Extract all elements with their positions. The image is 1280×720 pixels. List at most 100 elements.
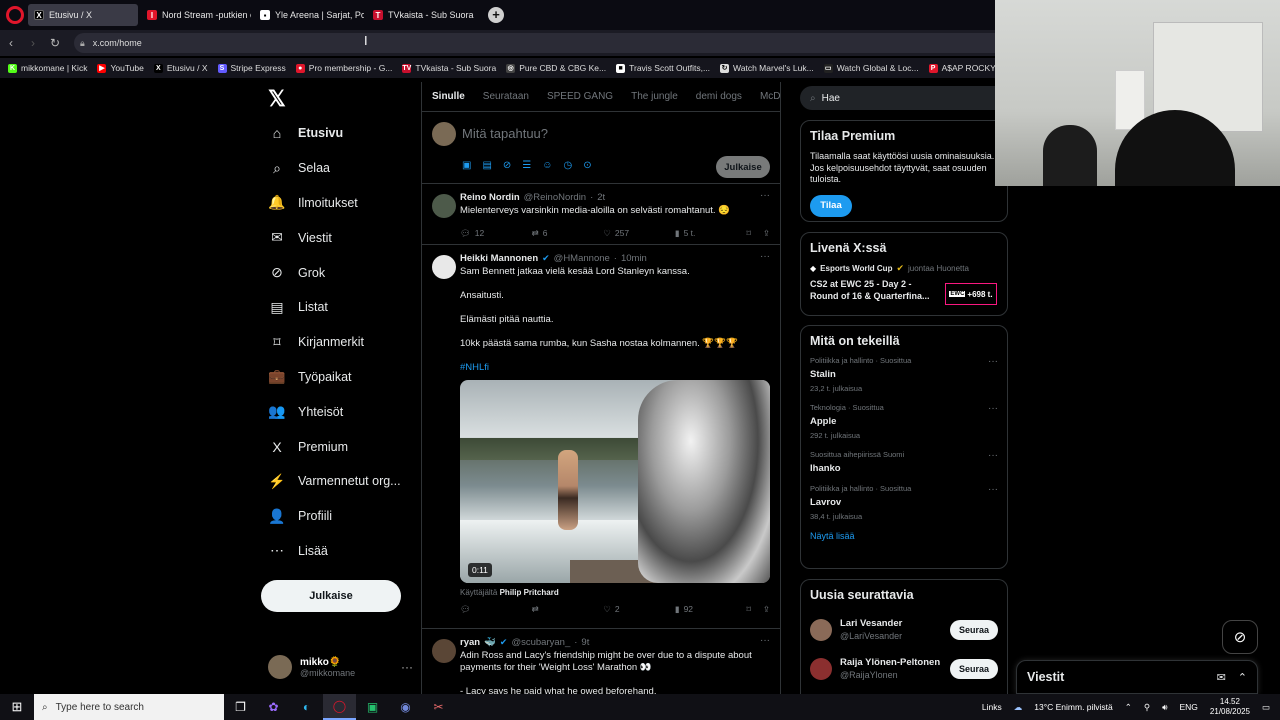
- more-icon[interactable]: ···: [760, 635, 770, 646]
- bookmark-item[interactable]: ▭ Watch Global & Loc...: [823, 63, 919, 73]
- tab-etusivu[interactable]: X Etusivu / X: [28, 4, 138, 26]
- more-icon[interactable]: ···: [760, 190, 770, 201]
- schedule-icon[interactable]: ◷: [563, 160, 572, 171]
- tweet-author-handle[interactable]: @ReinoNordin: [524, 192, 586, 203]
- composer-post-button[interactable]: Julkaise: [716, 156, 770, 178]
- search-input[interactable]: ⌕ Hae: [800, 86, 1008, 110]
- tab-tvkaista[interactable]: T TVkaista - Sub Suora: [367, 4, 477, 26]
- live-listeners-badge[interactable]: EWC +698 t.: [945, 283, 997, 305]
- bookmark-item[interactable]: ● Pro membership - G...: [295, 63, 392, 73]
- tweet-author-name[interactable]: ryan: [460, 637, 480, 648]
- discord-icon[interactable]: ◉: [389, 694, 422, 720]
- forward-icon[interactable]: ›: [22, 36, 44, 50]
- gif-icon[interactable]: ▤: [482, 160, 491, 171]
- follow-suggestion[interactable]: Raija Ylönen-Peltonen @RaijaYlonen Seura…: [810, 649, 998, 688]
- tweet-time[interactable]: 9t: [581, 637, 589, 648]
- chevron-up-icon[interactable]: ⌃: [1125, 702, 1132, 713]
- share-icon[interactable]: ⇪: [763, 604, 770, 615]
- more-icon[interactable]: ···: [988, 356, 998, 367]
- more-icon[interactable]: ···: [988, 484, 998, 495]
- views-button[interactable]: ▮ 5 t.: [675, 228, 747, 239]
- tweet-video[interactable]: 0:11: [460, 380, 770, 583]
- subscribe-button[interactable]: Tilaa: [810, 194, 852, 217]
- bookmark-item[interactable]: Kmikkomane | Kick: [8, 63, 87, 73]
- sidebar-item-varmennetut-org[interactable]: ⚡ Varmennetut org...: [260, 464, 415, 499]
- bookmark-icon[interactable]: ⌑: [747, 228, 751, 239]
- like-button[interactable]: ♡ 2: [603, 604, 675, 615]
- bookmark-item[interactable]: TV TVkaista - Sub Suora: [402, 63, 496, 73]
- share-icon[interactable]: ⇪: [763, 228, 770, 239]
- more-icon[interactable]: ···: [988, 403, 998, 414]
- sidebar-item-profiili[interactable]: 👤 Profiili: [260, 499, 415, 534]
- repost-button[interactable]: ⇄: [532, 604, 604, 615]
- tab-sinulle[interactable]: Sinulle: [432, 91, 465, 102]
- tweet-time[interactable]: 2t: [597, 192, 605, 203]
- follow-suggestion[interactable]: Lari Vesander @LariVesander Seuraa: [810, 610, 998, 649]
- messages-drawer[interactable]: Viestit ✉ ⌃: [1016, 660, 1258, 694]
- tweet[interactable]: ··· Reino Nordin @ReinoNordin · 2t Miele…: [422, 184, 780, 245]
- new-tab-button[interactable]: +: [488, 7, 504, 23]
- links-toolbar[interactable]: Links: [982, 702, 1002, 712]
- bookmark-item[interactable]: ↻ Watch Marvel's Luk...: [720, 63, 814, 73]
- bookmark-item[interactable]: ▶ YouTube: [97, 63, 144, 73]
- reply-button[interactable]: 💬︎ 12: [460, 228, 532, 239]
- tab-nord-stream[interactable]: I Nord Stream -putkien epä: [141, 4, 251, 26]
- tweet-author-name[interactable]: Reino Nordin: [460, 192, 520, 203]
- tweet-author-handle[interactable]: @scubaryan_: [511, 637, 570, 648]
- show-more-link[interactable]: Näytä lisää: [810, 531, 998, 541]
- tab-demi-dogs[interactable]: demi dogs: [696, 91, 742, 102]
- live-event-title[interactable]: CS2 at EWC 25 - Day 2 - Round of 16 & Qu…: [810, 278, 942, 302]
- tab-mcdonal[interactable]: McDonal: [760, 91, 780, 102]
- tweet-time[interactable]: 10min: [621, 253, 647, 264]
- tab-the-jungle[interactable]: The jungle: [631, 91, 678, 102]
- x-logo-icon[interactable]: 𝕏: [268, 86, 415, 116]
- sidebar-item-listat[interactable]: ▤ Listat: [260, 290, 415, 325]
- tab-speed-gang[interactable]: SPEED GANG: [547, 91, 613, 102]
- grok-icon[interactable]: ⊘: [503, 160, 511, 171]
- sidebar-item-premium[interactable]: X Premium: [260, 429, 415, 464]
- follow-button[interactable]: Seuraa: [950, 619, 998, 640]
- sidebar-item-kirjanmerkit[interactable]: ⌑ Kirjanmerkit: [260, 325, 415, 360]
- trend-item[interactable]: Suosittua aihepiirissä Suomi Ihanko ···: [810, 450, 998, 474]
- colorful-app-icon[interactable]: ✿: [257, 694, 290, 720]
- sidebar-item-työpaikat[interactable]: 💼 Työpaikat: [260, 360, 415, 395]
- follow-button[interactable]: Seuraa: [950, 658, 998, 679]
- hashtag-link[interactable]: #NHLfi: [460, 362, 770, 374]
- network-icon[interactable]: ⚲: [1144, 702, 1150, 713]
- tab-seurataan[interactable]: Seurataan: [483, 91, 529, 102]
- post-button[interactable]: Julkaise: [261, 580, 401, 612]
- sidebar-item-lisää[interactable]: ⋯ Lisää: [260, 534, 415, 569]
- bookmark-item[interactable]: ◎ Pure CBD & CBG Ke...: [506, 63, 606, 73]
- composer-input[interactable]: Mitä tapahtuu?: [462, 126, 548, 141]
- back-icon[interactable]: ‹: [0, 36, 22, 50]
- tweet[interactable]: ··· Heikki Mannonen ✔ @HMannone · 10min …: [422, 245, 780, 629]
- new-message-icon[interactable]: ✉: [1217, 671, 1226, 684]
- opera-icon[interactable]: ◯: [323, 694, 356, 720]
- bookmark-icon[interactable]: ⌑: [747, 604, 751, 615]
- media-credit-author[interactable]: Philip Pritchard: [500, 588, 559, 597]
- notifications-icon[interactable]: ▭: [1262, 702, 1270, 713]
- weather-widget[interactable]: 13°C Enimm. pilvistä: [1034, 702, 1113, 712]
- bookmark-item[interactable]: ■ Travis Scott Outfits,...: [616, 63, 710, 73]
- reply-button[interactable]: 💬︎: [460, 604, 532, 615]
- emoji-icon[interactable]: ☺: [542, 160, 552, 171]
- views-button[interactable]: ▮ 92: [675, 604, 747, 615]
- tweet[interactable]: ··· ryan 🐳 ✔ @scubaryan_ · 9t Adin Ross …: [422, 629, 780, 694]
- account-switcher[interactable]: mikko🌻 @mikkomane ···: [268, 652, 413, 682]
- expand-icon[interactable]: ⌃: [1238, 671, 1247, 684]
- clock[interactable]: 14.52 21/08/2025: [1210, 697, 1250, 717]
- windows-start-icon[interactable]: ⊞: [0, 699, 34, 715]
- url-input[interactable]: 🔒︎ x.com/home: [74, 33, 1034, 53]
- bookmark-item[interactable]: X Etusivu / X: [153, 63, 208, 73]
- sidebar-item-grok[interactable]: ⊘ Grok: [260, 255, 415, 290]
- more-icon[interactable]: ···: [401, 660, 413, 674]
- trend-item[interactable]: Politiikka ja hallinto · Suosittua Lavrov…: [810, 484, 998, 521]
- poll-icon[interactable]: ☰: [522, 160, 531, 171]
- reload-icon[interactable]: ↻: [44, 36, 66, 50]
- volume-icon[interactable]: 🔊︎: [1162, 702, 1167, 713]
- sidebar-item-etusivu[interactable]: ⌂ Etusivu: [260, 116, 415, 151]
- trend-item[interactable]: Politiikka ja hallinto · Suosittua Stalin…: [810, 356, 998, 393]
- green-app-icon[interactable]: ▣: [356, 694, 389, 720]
- edge-icon[interactable]: ◐: [290, 694, 323, 720]
- snipping-tool-icon[interactable]: ✂: [422, 694, 455, 720]
